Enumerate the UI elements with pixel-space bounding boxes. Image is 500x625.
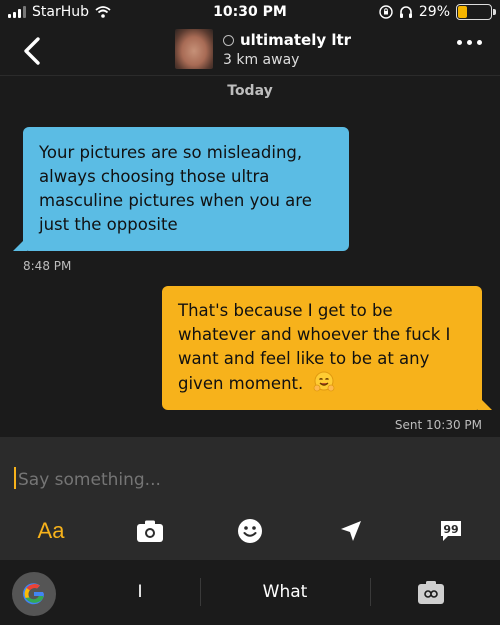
share-location-button[interactable] xyxy=(337,517,365,545)
location-arrow-icon xyxy=(341,521,361,541)
message-line: masculine pictures when you are xyxy=(39,191,312,210)
message-line: given moment. xyxy=(178,374,304,393)
compose-area: Aa 99 xyxy=(0,437,500,560)
keyboard-suggestion-bar: I What xyxy=(0,560,500,625)
quote-bubble-icon: 99 xyxy=(441,521,461,541)
outgoing-message-time: Sent 10:30 PM xyxy=(394,418,482,432)
gif-search-button[interactable] xyxy=(417,580,445,606)
status-circle-icon xyxy=(223,34,234,46)
message-line: That's because I get to be xyxy=(178,301,393,320)
keyboard-suggestion[interactable]: I xyxy=(100,582,180,602)
message-line: always choosing those ultra xyxy=(39,167,270,186)
profile-name: ultimately ltr xyxy=(240,31,352,49)
profile-name-row[interactable]: ultimately ltr xyxy=(223,31,351,49)
keyboard-suggestion[interactable]: What xyxy=(235,582,335,602)
format-text-button[interactable]: Aa xyxy=(34,517,68,545)
battery-level xyxy=(458,6,468,18)
profile-avatar[interactable] xyxy=(175,29,213,69)
message-line: want and feel like to be at any xyxy=(178,349,430,368)
profile-distance: 3 km away xyxy=(223,52,300,68)
message-line: just the opposite xyxy=(39,215,178,234)
headphones-icon xyxy=(399,6,412,18)
gif-keyboard-icon xyxy=(418,581,444,604)
day-separator: Today xyxy=(227,83,273,99)
hugging-face-icon xyxy=(313,371,334,392)
chat-header: ultimately ltr 3 km away xyxy=(0,26,500,76)
incoming-message-time: 8:48 PM xyxy=(23,259,72,273)
divider xyxy=(200,578,201,606)
incoming-message-bubble[interactable]: Your pictures are so misleading, always … xyxy=(13,127,349,251)
chevron-left-icon xyxy=(24,37,40,65)
battery-percent: 29% xyxy=(418,4,450,20)
more-options-button[interactable] xyxy=(457,40,482,45)
camera-icon xyxy=(137,520,163,542)
divider xyxy=(370,578,371,606)
saved-phrases-button[interactable]: 99 xyxy=(437,517,465,545)
status-bar: StarHub 10:30 PM 29% xyxy=(0,0,500,26)
google-icon[interactable] xyxy=(12,572,56,616)
message-input[interactable] xyxy=(14,465,484,495)
rotation-lock-icon xyxy=(379,5,393,19)
svg-text:99: 99 xyxy=(443,523,458,536)
message-line: whatever and whoever the fuck I xyxy=(178,325,451,344)
camera-button[interactable] xyxy=(136,517,164,545)
message-line: Your pictures are so misleading, xyxy=(39,143,303,162)
smiley-icon xyxy=(238,519,262,543)
battery-icon xyxy=(456,4,496,20)
ellipsis-icon xyxy=(457,40,462,45)
emoji-button[interactable] xyxy=(236,517,264,545)
outgoing-message-bubble[interactable]: That's because I get to be whatever and … xyxy=(162,286,492,410)
back-button[interactable] xyxy=(18,34,50,68)
